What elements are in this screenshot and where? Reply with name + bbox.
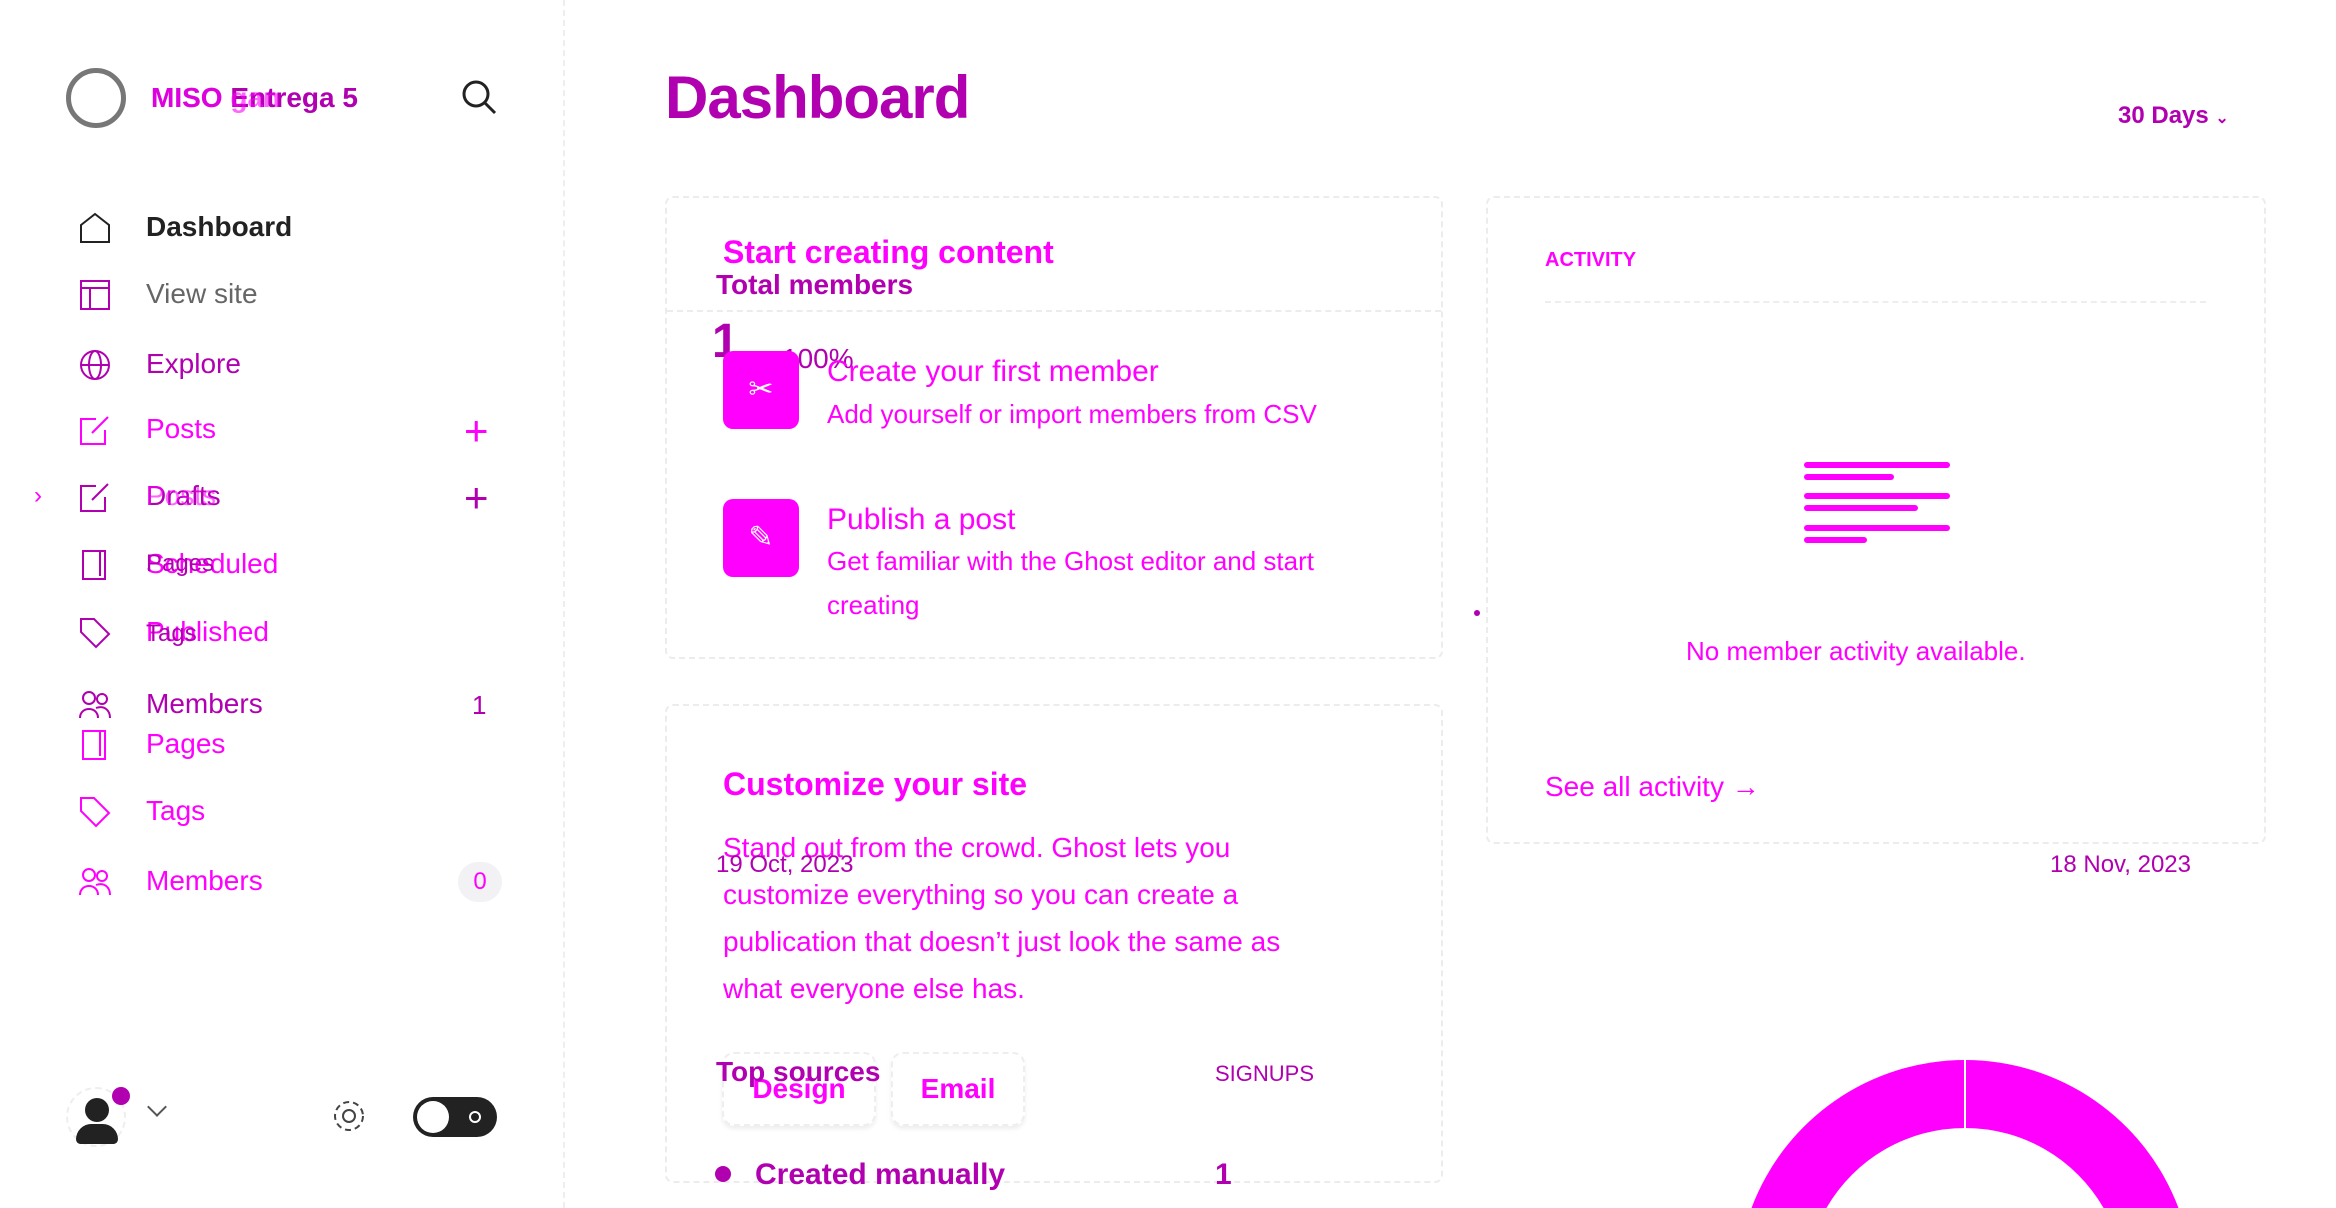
chevron-down-icon[interactable] (147, 1097, 167, 1117)
members-icon (79, 691, 111, 719)
members-count-badge: 0 (458, 862, 502, 902)
add-post-icon[interactable]: + (464, 477, 489, 519)
tag-icon (80, 797, 111, 828)
moon-icon (469, 1111, 481, 1123)
members-icon (79, 868, 111, 896)
chart-start-date: 19 Oct, 2023 (716, 851, 854, 878)
customize-card-title: Customize your site (723, 766, 1028, 802)
post-step-icon: ✎ (723, 499, 799, 577)
edit-icon (80, 416, 109, 445)
sidebar-item-ghost-label: Tags (146, 620, 197, 647)
members-count: 1 (472, 690, 487, 720)
chart-end-date: 18 Nov, 2023 (2050, 851, 2191, 878)
date-range-label: 30 Days (2118, 102, 2209, 129)
step-title[interactable]: Create your first member (827, 357, 1159, 387)
date-range-select[interactable]: 30 Days ⌄ (2118, 104, 2229, 128)
member-step-icon: ✂ (723, 351, 799, 429)
sidebar-item-label: View site (146, 278, 258, 309)
source-name: Created manually (755, 1158, 1006, 1191)
donut-chart (1751, 1060, 2179, 1208)
search-icon[interactable] (460, 78, 498, 116)
sidebar-item-label: Dashboard (146, 211, 293, 242)
sidebar-item-label: Members (146, 865, 263, 896)
sidebar-item-label: Posts (146, 413, 217, 444)
step-desc: creating (827, 590, 920, 620)
customize-text: customize everything so you can create a (723, 879, 1239, 910)
add-post-icon[interactable]: + (464, 410, 489, 452)
expand-chevron-icon[interactable]: › (34, 484, 42, 508)
site-logo[interactable] (66, 68, 126, 128)
sidebar-item-label: Explore (146, 348, 241, 379)
customize-text: what everyone else has. (723, 973, 1025, 1004)
edit-icon (80, 483, 109, 512)
site-title-ghost: MISO gan (151, 82, 281, 113)
empty-list-icon (1804, 298, 1950, 588)
page-icon (82, 550, 106, 580)
signups-header: SIGNUPS (1215, 1061, 1315, 1086)
customize-text: publication that doesn’t just look the s… (723, 926, 1281, 957)
step-desc: Get familiar with the Ghost editor and s… (827, 546, 1314, 576)
home-icon (80, 212, 110, 243)
total-members-label: Total members (716, 269, 914, 300)
sidebar-item-label: Pages (146, 728, 226, 759)
chart-dot (1474, 610, 1480, 616)
activity-title: ACTIVITY (1545, 249, 1637, 271)
start-card-title: Start creating content (723, 234, 1054, 270)
email-button[interactable]: Email (891, 1052, 1025, 1126)
layout-icon (80, 280, 110, 310)
see-all-activity-link[interactable]: See all activity → (1545, 773, 1760, 801)
page-icon (82, 730, 106, 760)
globe-icon (80, 350, 110, 380)
step-title[interactable]: Publish a post (827, 505, 1015, 535)
user-avatar[interactable] (66, 1087, 130, 1147)
sidebar-item-ghost-label: Posts (146, 480, 217, 511)
sidebar-item-label: Members (146, 688, 263, 719)
notification-dot (112, 1087, 130, 1105)
sidebar: MISO Entrega 5 MISO gan Dashboard View s… (0, 0, 565, 1208)
sidebar-item-ghost-label: Pages (146, 550, 215, 577)
top-sources-label: Top sources (716, 1056, 881, 1087)
dark-mode-toggle[interactable] (413, 1097, 497, 1137)
page-title: Dashboard (665, 64, 970, 131)
tag-icon (80, 618, 111, 649)
gear-icon[interactable] (329, 1096, 369, 1136)
activity-empty-text: No member activity available. (1686, 636, 2026, 666)
source-dot (715, 1166, 731, 1182)
step-desc: Add yourself or import members from CSV (827, 399, 1317, 429)
sidebar-item-label: Tags (146, 795, 206, 826)
source-value: 1 (1215, 1158, 1232, 1191)
chevron-down-icon: ⌄ (2215, 110, 2229, 127)
